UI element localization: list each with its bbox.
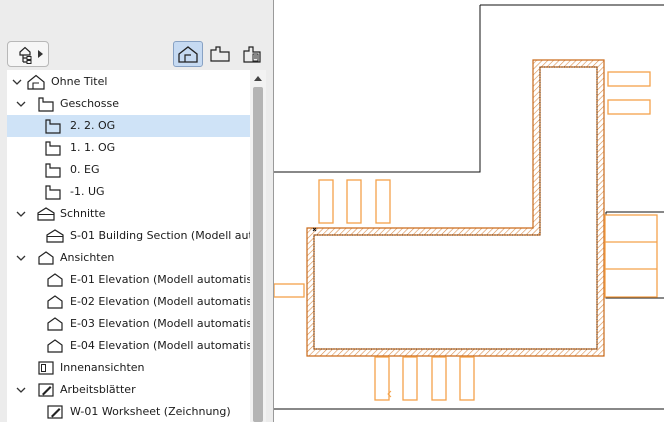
house-icon [178, 46, 198, 63]
tree-item-label: 0. EG [70, 163, 100, 176]
tree-item-label: -1. UG [70, 185, 105, 198]
navigator-palette: Ohne Titel Geschosse 2. 2. OG 1. 1. OG 0… [0, 0, 274, 422]
tree-item-label: E-03 Elevation (Modell automatisch [70, 317, 250, 330]
elevation-icon [47, 339, 63, 353]
tree-item-project[interactable]: Ohne Titel [7, 71, 250, 93]
tree-item-label: Arbeitsblätter [60, 383, 136, 396]
interior-elevation-icon [38, 361, 54, 375]
tree-item-story-2[interactable]: 2. 2. OG [7, 115, 250, 137]
worksheet-folder-icon [38, 383, 54, 397]
tree-item-ansichten[interactable]: Ansichten [7, 247, 250, 269]
project-map-tree: Ohne Titel Geschosse 2. 2. OG 1. 1. OG 0… [7, 70, 250, 422]
tree-item-story-0[interactable]: 0. EG [7, 159, 250, 181]
map-menu-button[interactable] [7, 41, 49, 67]
project-tree-icon [19, 46, 32, 64]
tree-scrollbar[interactable] [250, 70, 266, 422]
chevron-down-icon[interactable] [16, 385, 26, 395]
scrollbar-thumb[interactable] [253, 87, 263, 422]
tree-item-label: E-02 Elevation (Modell automatisch [70, 295, 250, 308]
section-folder-icon [37, 207, 55, 221]
floor-plan-drawing[interactable] [273, 0, 664, 422]
view-map-button[interactable] [205, 41, 235, 67]
tree-item-story-minus-1[interactable]: -1. UG [7, 181, 250, 203]
worksheet-icon [47, 405, 63, 419]
tree-item-elevation-e02[interactable]: E-02 Elevation (Modell automatisch [7, 291, 250, 313]
tree-item-label: S-01 Building Section (Modell auto [70, 229, 250, 242]
tree-item-label: Geschosse [60, 97, 120, 110]
scroll-up-arrow-icon[interactable] [254, 76, 262, 81]
tree-item-elevation-e01[interactable]: E-01 Elevation (Modell automatisch [7, 269, 250, 291]
tree-item-label: Ohne Titel [51, 75, 108, 88]
tree-item-label: E-01 Elevation (Modell automatisch [70, 273, 250, 286]
tree-item-section-s01[interactable]: S-01 Building Section (Modell auto [7, 225, 250, 247]
tree-item-arbeitsblaetter[interactable]: Arbeitsblätter [7, 379, 250, 401]
tree-item-label: Ansichten [60, 251, 115, 264]
tree-item-schnitte[interactable]: Schnitte [7, 203, 250, 225]
chevron-down-icon[interactable] [16, 253, 26, 263]
tree-item-label: Innenansichten [60, 361, 145, 374]
story-folder-icon [38, 97, 54, 112]
section-icon [46, 229, 64, 243]
tree-item-label: E-04 Elevation (Modell automatisch [70, 339, 250, 352]
navigator-toolbar [0, 0, 273, 70]
tree-item-story-1[interactable]: 1. 1. OG [7, 137, 250, 159]
tree-item-label: 1. 1. OG [70, 141, 116, 154]
story-icon [45, 119, 61, 134]
tree-item-geschosse[interactable]: Geschosse [7, 93, 250, 115]
tree-item-elevation-e03[interactable]: E-03 Elevation (Modell automatisch [7, 313, 250, 335]
elevation-icon [47, 273, 63, 287]
chevron-down-icon[interactable] [12, 77, 22, 87]
caret-right-icon [38, 50, 43, 58]
layout-book-button[interactable] [237, 41, 267, 67]
tree-item-elevation-e04[interactable]: E-04 Elevation (Modell automatisch [7, 335, 250, 357]
layout-book-icon [243, 46, 261, 63]
tree-item-innenansichten[interactable]: Innenansichten [7, 357, 250, 379]
tree-item-worksheet-w01[interactable]: W-01 Worksheet (Zeichnung) [7, 401, 250, 422]
folder-view-icon [210, 46, 230, 62]
tree-item-label: 2. 2. OG [70, 119, 116, 132]
floor-plan-canvas[interactable] [273, 0, 664, 422]
elevation-icon [47, 295, 63, 309]
story-icon [45, 141, 61, 156]
tree-item-label: Schnitte [60, 207, 106, 220]
chevron-down-icon[interactable] [16, 209, 26, 219]
tree-item-label: W-01 Worksheet (Zeichnung) [70, 405, 231, 418]
project-map-button[interactable] [173, 41, 203, 67]
chevron-down-icon[interactable] [16, 99, 26, 109]
house-icon [27, 74, 45, 90]
elevation-folder-icon [38, 251, 54, 265]
story-icon [45, 185, 61, 200]
elevation-icon [47, 317, 63, 331]
story-icon [45, 163, 61, 178]
